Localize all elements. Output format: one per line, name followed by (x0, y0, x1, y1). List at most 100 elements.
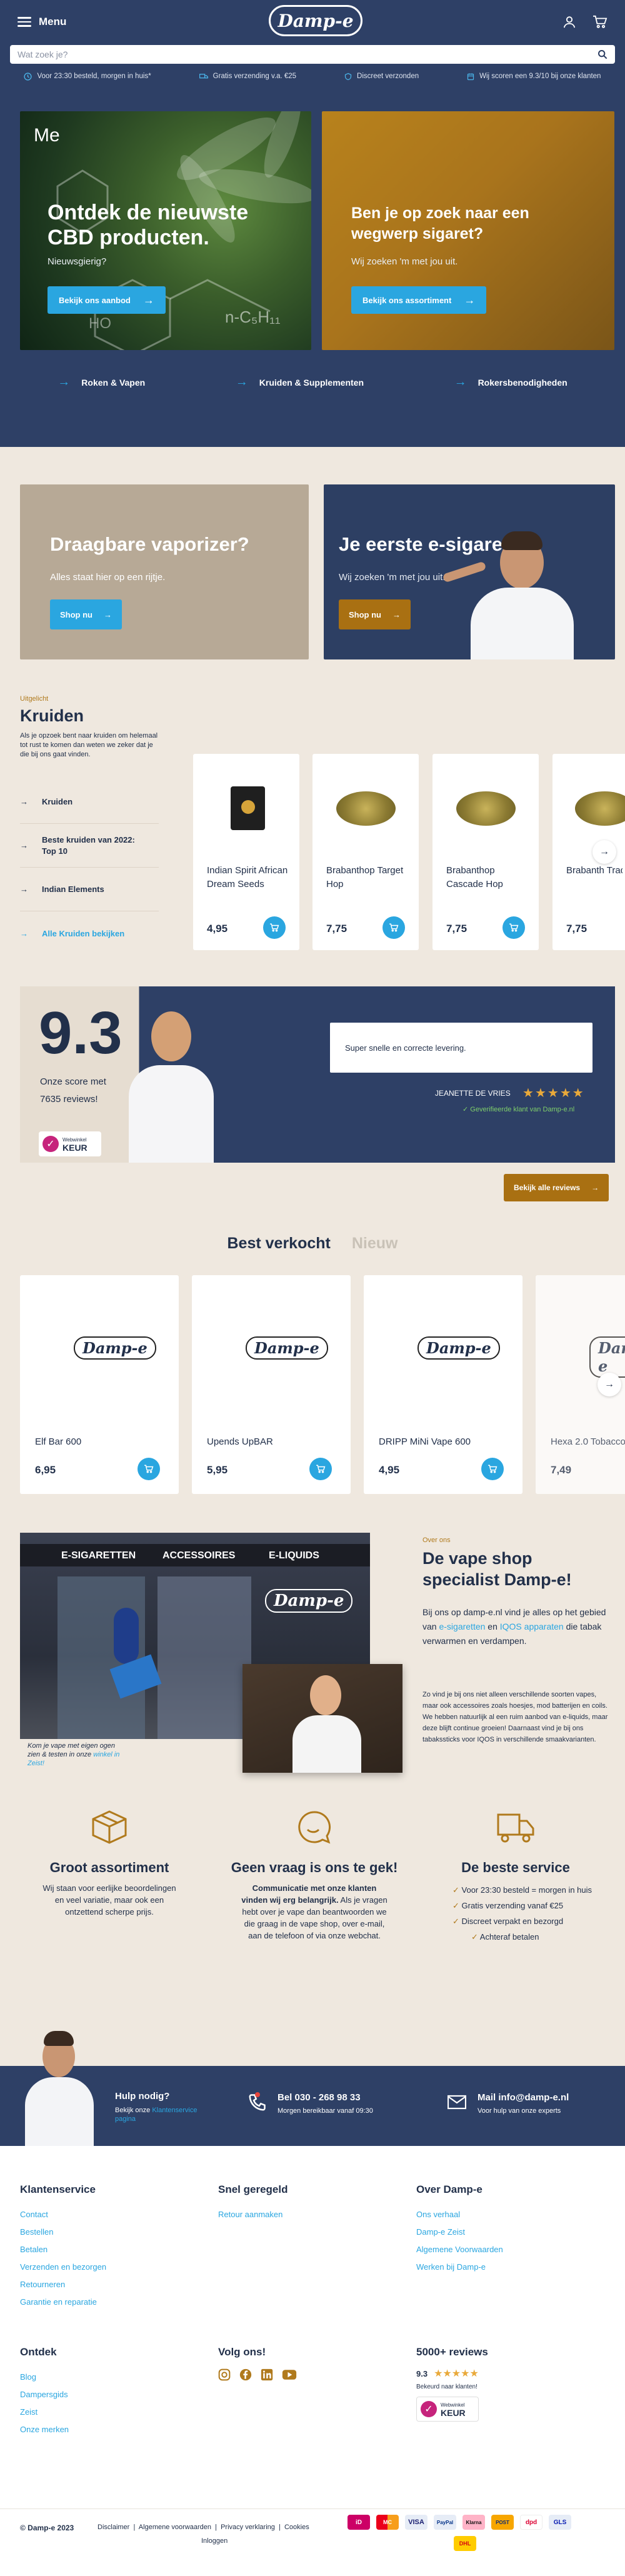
product-price: 7,49 (551, 1464, 572, 1476)
add-to-cart-button[interactable] (138, 1458, 160, 1480)
product-name: Hexa 2.0 Tobacco (551, 1436, 625, 1447)
kruiden-link[interactable]: → Beste kruiden van 2022: Top 10 (20, 824, 159, 868)
person-photo (442, 519, 592, 659)
legal-links[interactable]: Disclaimer | Algemene voorwaarden | Priv… (98, 2523, 309, 2531)
linkedin-icon[interactable] (261, 2368, 273, 2381)
footer-link[interactable]: Werken bij Damp-e (416, 2262, 503, 2272)
product-name: Brabanthop Cascade Hop (446, 865, 503, 890)
usp-item: Discreet verzonden (344, 73, 419, 81)
youtube-icon[interactable] (282, 2368, 297, 2381)
tab-nieuw[interactable]: Nieuw (352, 1235, 398, 1253)
category-link[interactable]: → Roken & Vapen (58, 375, 145, 389)
score-section: 9.3 Onze score met 7635 reviews! ✓ Webwi… (20, 986, 615, 1163)
staff-photo (242, 1664, 402, 1773)
add-to-cart-button[interactable] (382, 916, 405, 939)
instagram-icon[interactable] (218, 2368, 231, 2381)
employee-photo (120, 1005, 220, 1163)
help-mail[interactable]: Mail info@damp-e.nl (478, 2092, 569, 2103)
webwinkelkeur-badge[interactable]: ✓ Webwinkel KEUR (39, 1131, 101, 1156)
promo-first-ecig[interactable]: Je eerste e-sigaret? Wij zoeken 'm met j… (324, 484, 615, 659)
facebook-icon[interactable] (239, 2368, 252, 2381)
footer-link[interactable]: Zeist (20, 2407, 69, 2417)
add-to-cart-button[interactable] (481, 1458, 504, 1480)
product-price: 7,75 (326, 923, 348, 935)
product-card[interactable]: Indian Spirit African Dream Seeds 4,95 (193, 754, 299, 950)
category-link[interactable]: → Kruiden & Supplementen (236, 375, 364, 389)
star-icon: ★ (547, 1086, 559, 1100)
search-icon[interactable] (598, 49, 608, 59)
iqos-link[interactable]: IQOS apparaten (500, 1621, 564, 1631)
user-icon[interactable] (562, 15, 576, 29)
product-card[interactable]: Damp-e Elf Bar 600 6,95 (20, 1275, 179, 1494)
help-person-photo (25, 2030, 94, 2146)
visa-icon: VISA (405, 2515, 428, 2530)
cart-icon (316, 1465, 326, 1473)
footer-link[interactable]: Bestellen (20, 2227, 106, 2237)
help-phone[interactable]: Bel 030 - 268 98 33 (278, 2092, 361, 2103)
logo[interactable]: Damp-e (269, 5, 362, 36)
carousel-next-button[interactable]: → (592, 840, 616, 864)
footer-link[interactable]: Garantie en reparatie (20, 2297, 106, 2307)
carousel-next-button[interactable]: → (598, 1373, 621, 1396)
service-item: ✓ Discreet verpakt en bezorgd (452, 1917, 564, 1926)
footer-link[interactable]: Ons verhaal (416, 2210, 503, 2219)
footer: Klantenservice Contact Bestellen Betalen… (0, 2146, 625, 2576)
arrow-right-icon: → (235, 375, 248, 389)
add-to-cart-button[interactable] (263, 916, 286, 939)
kruiden-title: Kruiden (20, 706, 84, 725)
footer-link[interactable]: Retourneren (20, 2280, 106, 2289)
product-card[interactable]: Brabanthop Target Hop 7,75 (312, 754, 419, 950)
login-link[interactable]: Inloggen (201, 2537, 228, 2545)
add-to-cart-button[interactable] (309, 1458, 332, 1480)
footer-link[interactable]: Betalen (20, 2245, 106, 2254)
footer-link[interactable]: Retour aanmaken (218, 2210, 288, 2219)
tab-best-verkocht[interactable]: Best verkocht (228, 1235, 331, 1253)
search-input[interactable]: Wat zoek je? (10, 45, 615, 64)
hero-disposable[interactable]: Ben je op zoek naar een wegwerp sigaret?… (322, 111, 614, 350)
hero-cbd-button[interactable]: Bekijk ons aanbod → (48, 286, 166, 314)
star-icon: ★ (534, 1086, 546, 1100)
hero-cbd[interactable]: Me n-C₅H₁₁ HO Ontdek de nieuwste CBD pro… (20, 111, 311, 350)
footer-link[interactable]: Blog (20, 2372, 69, 2382)
star-icon: ★ (461, 2368, 470, 2379)
feature-contact: Geen vraag is ons te gek! Communicatie m… (230, 1810, 399, 1942)
hero-disposable-title: Ben je op zoek naar een wegwerp sigaret? (351, 204, 529, 243)
kruiden-link[interactable]: → Kruiden (20, 780, 159, 824)
product-card[interactable]: Damp-e Upends UpBAR 5,95 (192, 1275, 351, 1494)
hero-disposable-button[interactable]: Bekijk ons assortiment → (351, 286, 487, 314)
promo-vaporizer-button[interactable]: Shop nu → (50, 599, 122, 629)
about-section: E-SIGARETTEN ACCESSOIRES E-LIQUIDS Damp-… (0, 1525, 625, 1782)
arrow-right-icon: → (454, 375, 467, 389)
feature-text: Communicatie met onze klanten vinden wij… (241, 1883, 388, 1940)
promo-first-ecig-button[interactable]: Shop nu → (339, 599, 411, 629)
product-tabs: Best verkocht Nieuw (0, 1235, 625, 1253)
add-to-cart-button[interactable] (502, 916, 525, 939)
footer-link[interactable]: Dampersgids (20, 2390, 69, 2399)
webwinkelkeur-badge[interactable]: ✓ Webwinkel KEUR (416, 2397, 479, 2422)
footer-link[interactable]: Verzenden en bezorgen (20, 2262, 106, 2272)
footer-link[interactable]: Contact (20, 2210, 106, 2219)
hero-chem-label: n-C₅H₁₁ (225, 308, 281, 326)
footer-link[interactable]: Damp-e Zeist (416, 2227, 503, 2237)
footer-link[interactable]: Onze merken (20, 2425, 69, 2434)
cart-icon (509, 923, 519, 932)
reviews-score: 9.3 (416, 2368, 428, 2378)
cart-icon (144, 1465, 154, 1473)
kruiden-link[interactable]: → Indian Elements (20, 868, 159, 911)
ecig-link[interactable]: e-sigaretten (439, 1621, 485, 1631)
hero-me-label: Me (34, 125, 60, 146)
product-card[interactable]: Damp-e DRIPP MiNi Vape 600 4,95 (364, 1275, 522, 1494)
cart-icon[interactable] (592, 15, 608, 29)
all-reviews-button[interactable]: Bekijk alle reviews → (504, 1174, 609, 1201)
product-card[interactable]: Brabanthop Cascade Hop 7,75 (432, 754, 539, 950)
product-name: Elf Bar 600 (35, 1436, 82, 1447)
menu-button[interactable]: Menu (18, 16, 66, 28)
paypal-icon: PayPal (434, 2515, 456, 2530)
promo-vaporizer[interactable]: Draagbare vaporizer? Alles staat hier op… (20, 484, 309, 659)
footer-link[interactable]: Algemene Voorwaarden (416, 2245, 503, 2254)
kruiden-all-link[interactable]: → Alle Kruiden bekijken (20, 911, 159, 955)
score-label-1: Onze score met (40, 1076, 106, 1087)
gls-icon: GLS (549, 2515, 571, 2530)
category-link[interactable]: → Rokersbenodigheden (454, 375, 568, 389)
footer-col-ontdek: Ontdek Blog Dampersgids Zeist Onze merke… (20, 2346, 69, 2442)
